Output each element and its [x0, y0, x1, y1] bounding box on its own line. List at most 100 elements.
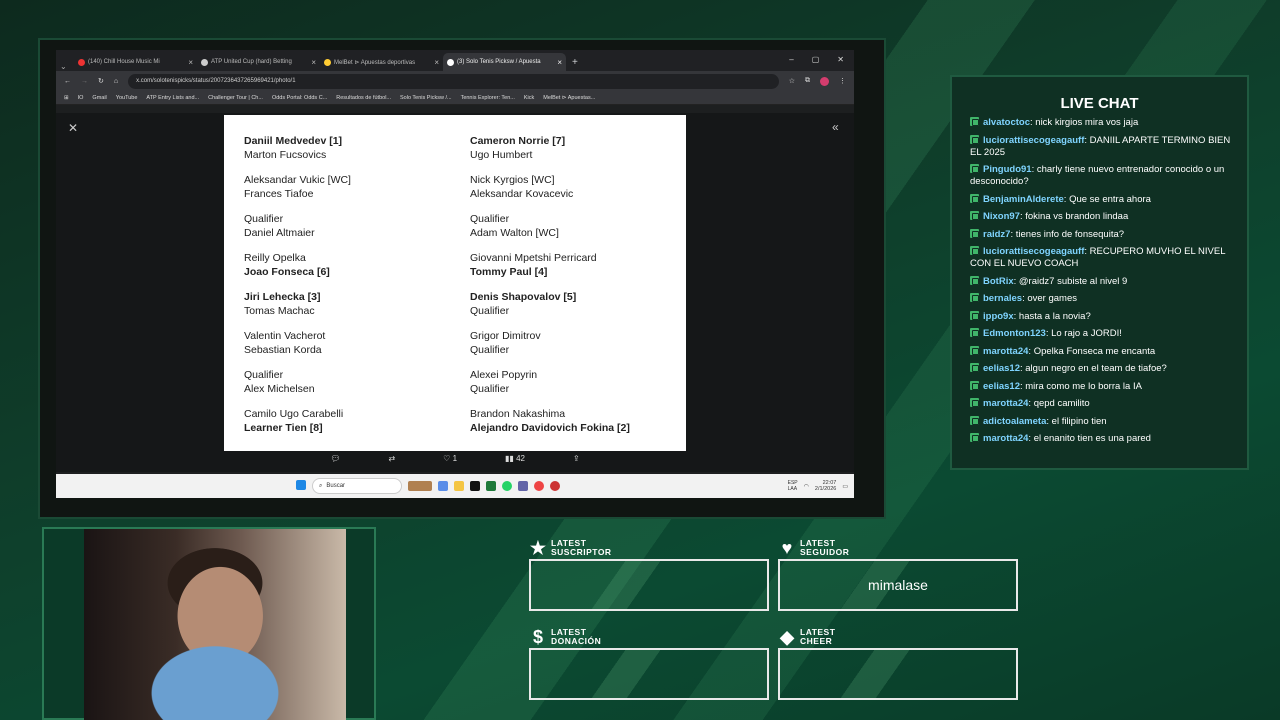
player-name: Alex Michelsen	[244, 383, 315, 395]
kick-badge-icon	[970, 134, 979, 144]
share-icon[interactable]: ⇪	[573, 454, 580, 463]
player-name: Frances Tiafoe	[244, 188, 314, 200]
chat-message: marotta24: qepd camilito	[970, 398, 1235, 410]
kick-badge-icon	[970, 380, 979, 390]
tiktok-icon[interactable]	[470, 481, 480, 491]
wifi-icon[interactable]: ◠	[804, 483, 809, 490]
match-pair: Brandon Nakashima Alejandro Davidovich Fo…	[470, 407, 690, 435]
close-window-button[interactable]: ✕	[837, 55, 844, 64]
chat-username[interactable]: Pingudo91	[983, 164, 1032, 175]
chat-username[interactable]: raidz7	[983, 229, 1010, 240]
chrome-icon[interactable]	[534, 481, 544, 491]
match-pair: Daniil Medvedev [1] Marton Fucsovics	[244, 134, 464, 162]
chat-username[interactable]: marotta24	[983, 398, 1028, 409]
chat-message: Nixon97: fokina vs brandon lindaa	[970, 211, 1235, 223]
bookmark-item[interactable]: ATP Entry Lists and...	[146, 95, 199, 101]
tab-0[interactable]: (140) Chill House Music Mi ×	[74, 53, 197, 71]
windows-start-icon[interactable]	[296, 480, 306, 492]
chat-username[interactable]: adictoalameta	[983, 416, 1046, 427]
copilot-icon[interactable]	[438, 481, 448, 491]
close-tab-icon[interactable]: ×	[557, 58, 562, 67]
url-field[interactable]: x.com/solotenispicks/status/200723643726…	[128, 73, 779, 89]
bookmark-item[interactable]: Tennis Explorer: Ten...	[461, 95, 515, 101]
star-icon[interactable]: ☆	[789, 77, 795, 85]
chat-username[interactable]: alvatoctoc	[983, 117, 1030, 128]
close-viewer-icon[interactable]: ✕	[68, 121, 78, 135]
chat-message: ippo9x: hasta a la novia?	[970, 310, 1235, 323]
chat-username[interactable]: marotta24	[983, 346, 1028, 357]
draw-column-left: Daniil Medvedev [1] Marton Fucsovics Aleks…	[244, 134, 464, 446]
back-icon[interactable]: ←	[64, 78, 71, 85]
forward-icon[interactable]: →	[81, 78, 88, 85]
chat-message: adictoalameta: el filipino tien	[970, 415, 1235, 428]
tab-list-icon[interactable]: ⌄	[60, 62, 74, 71]
close-tab-icon[interactable]: ×	[434, 58, 439, 67]
chat-username[interactable]: BotRix	[983, 276, 1014, 287]
chat-text: Opelka Fonseca me encanta	[1033, 345, 1156, 357]
like-button[interactable]: ♡ 1	[443, 454, 457, 463]
home-icon[interactable]: ⌂	[114, 78, 118, 85]
kick-badge-icon	[970, 293, 979, 302]
player-name: Qualifier	[470, 305, 510, 317]
reply-icon[interactable]: 💬︎	[330, 454, 340, 463]
clock[interactable]: 22:07 2/1/2026	[815, 480, 836, 492]
player-name: Tomas Machac	[244, 305, 315, 317]
chat-username[interactable]: luciorattisecogeagauff	[983, 246, 1084, 257]
teams-icon[interactable]	[518, 481, 528, 491]
player-name: Valentin Vacherot	[244, 330, 326, 342]
excel-icon[interactable]	[486, 481, 496, 491]
bookmark-item[interactable]: Odds Portal: Odds C...	[272, 95, 327, 101]
chat-username[interactable]: ippo9x	[983, 311, 1014, 322]
minimize-button[interactable]: –	[789, 55, 793, 64]
alert-label-bottom: SEGUIDOR	[800, 547, 850, 557]
chat-username[interactable]: Nixon97	[983, 211, 1020, 222]
bookmark-item[interactable]: Challenger Tour | Ch...	[208, 95, 263, 101]
bookmark-item[interactable]: Gmail	[92, 95, 106, 101]
widget-icon[interactable]	[408, 481, 432, 491]
match-pair: Nick Kyrgios [WC] Aleksandar Kovacevic	[470, 173, 690, 201]
player-name: Brandon Nakashima	[470, 408, 566, 420]
player-name: Jiri Lehecka [3]	[244, 291, 321, 303]
reload-icon[interactable]: ↻	[98, 77, 104, 85]
tab-2[interactable]: MelBet ⊳ Apuestas deportivas ×	[320, 53, 443, 71]
bookmark-item[interactable]: Kick	[524, 95, 534, 101]
chat-username[interactable]: BenjaminAlderete	[983, 194, 1064, 205]
whatsapp-icon[interactable]	[502, 481, 512, 491]
maximize-button[interactable]: ▢	[812, 55, 820, 64]
chat-username[interactable]: luciorattisecogeagauff	[983, 135, 1084, 146]
chat-username[interactable]: Edmonton123	[983, 328, 1046, 339]
chat-text: over games	[1027, 293, 1077, 304]
chat-username[interactable]: eelias12	[983, 363, 1020, 374]
menu-icon[interactable]: ⋮	[839, 77, 846, 85]
bookmark-item[interactable]: MelBet ⊳ Apuestas...	[543, 95, 595, 101]
chat-username[interactable]: marotta24	[983, 433, 1028, 444]
chat-username[interactable]: eelias12	[983, 381, 1020, 392]
views-button[interactable]: ▮▮ 42	[505, 454, 525, 463]
apps-icon[interactable]: ⊞	[64, 95, 69, 101]
close-tab-icon[interactable]: ×	[311, 58, 316, 67]
alert-label-bottom: DONACIÓN	[551, 636, 602, 646]
tab-3[interactable]: (3) Solo Tenis Picksw / Apuesta ×	[443, 53, 566, 71]
extensions-icon[interactable]: ⧉	[805, 77, 810, 85]
notification-icon[interactable]: ▭	[842, 483, 848, 490]
clock-date: 2/1/2026	[814, 486, 837, 492]
collapse-icon[interactable]: «	[832, 120, 839, 134]
language-indicator[interactable]: ESP LAA	[788, 480, 798, 492]
obs-icon[interactable]	[550, 481, 560, 491]
bookmark-item[interactable]: YouTube	[116, 95, 138, 101]
new-tab-button[interactable]: +	[566, 57, 584, 71]
bookmark-item[interactable]: IO	[78, 95, 84, 101]
bookmark-item[interactable]: Resultados de fútbol...	[336, 95, 391, 101]
close-tab-icon[interactable]: ×	[188, 58, 193, 67]
taskbar-search[interactable]: ⌕ Buscar	[312, 478, 402, 494]
chat-message: BenjaminAlderete: Que se entra ahora	[970, 193, 1235, 206]
alert-value-box	[778, 648, 1018, 700]
file-explorer-icon[interactable]	[454, 481, 464, 491]
repost-icon[interactable]: ⇄	[388, 454, 395, 463]
tab-1[interactable]: ATP United Cup (hard) Betting ×	[197, 53, 320, 71]
bookmark-item[interactable]: Solo Tenis Picksw /...	[400, 95, 452, 101]
profile-avatar[interactable]	[820, 76, 829, 86]
chat-username[interactable]: bernales	[983, 293, 1022, 304]
match-pair: Valentin Vacherot Sebastian Korda	[244, 329, 464, 357]
latest-suscriptor-widget: ★ LATEST SUSCRIPTOR	[529, 537, 769, 611]
